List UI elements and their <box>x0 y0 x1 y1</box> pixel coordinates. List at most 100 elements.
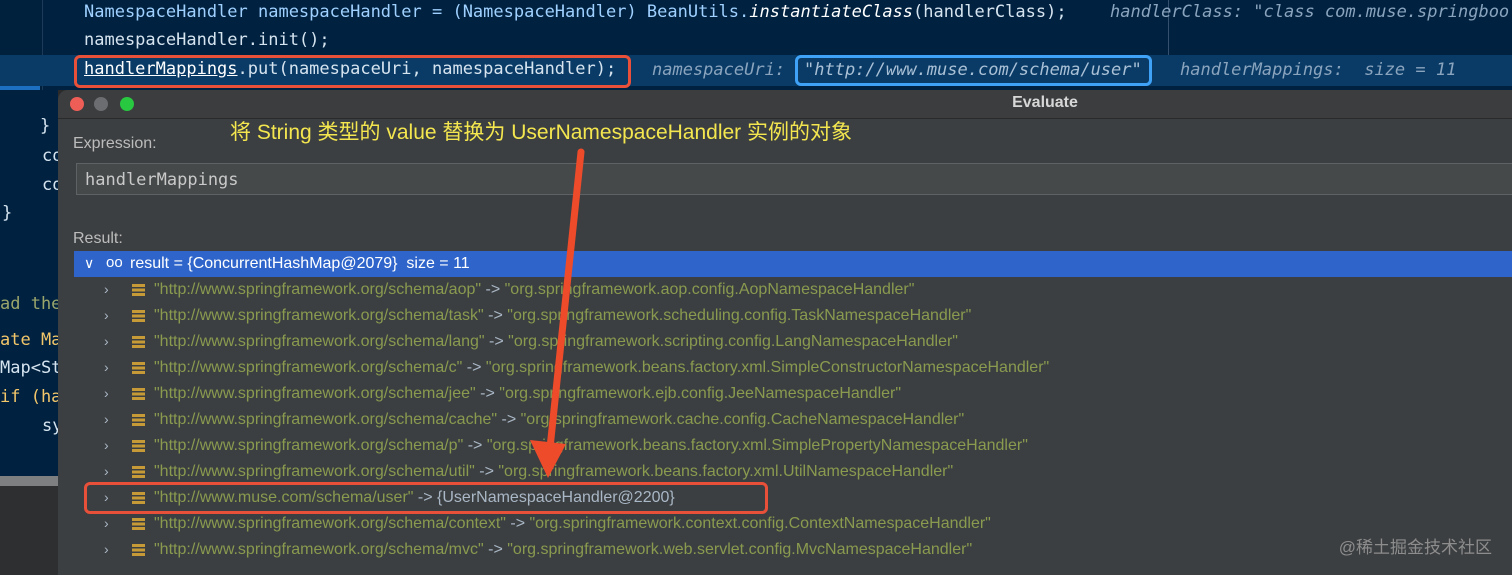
chevron-right-icon[interactable]: › <box>104 385 109 401</box>
left-panel-stripe <box>0 476 58 486</box>
list-item[interactable]: › "http://www.springframework.org/schema/… <box>74 329 1512 355</box>
entry-key: "http://www.springframework.org/schema/t… <box>154 307 484 324</box>
entry-arrow: -> <box>475 385 500 402</box>
annotation-text: 将 String 类型的 value 替换为 UserNamespaceHand… <box>230 121 853 144</box>
code-editor: NamespaceHandler namespaceHandler = (Nam… <box>0 0 1512 90</box>
chevron-right-icon[interactable]: › <box>104 515 109 531</box>
list-item[interactable]: › "http://www.springframework.org/schema/… <box>74 537 1512 563</box>
watch-icon: oo <box>106 254 123 271</box>
entry-key: "http://www.springframework.org/schema/a… <box>154 281 482 298</box>
result-label: Result: <box>73 230 123 247</box>
evaluate-dialog[interactable]: Evaluate 将 String 类型的 value 替换为 UserName… <box>58 90 1512 575</box>
field-icon <box>132 336 145 348</box>
entry-arrow: -> <box>463 437 487 454</box>
code-line-2: namespaceHandler.init(); <box>84 30 330 50</box>
list-item[interactable]: › "http://www.springframework.org/schema/… <box>74 355 1512 381</box>
chevron-right-icon[interactable]: › <box>104 411 109 427</box>
expression-label: Expression: <box>73 135 157 152</box>
entry-value: "org.springframework.cache.config.CacheN… <box>520 411 965 428</box>
field-icon <box>132 284 145 296</box>
entry-value: "org.springframework.beans.factory.xml.S… <box>486 437 1028 454</box>
entry-key: "http://www.springframework.org/schema/c… <box>154 515 506 532</box>
entry-key: "http://www.springframework.org/schema/l… <box>154 333 485 350</box>
entry-arrow: -> <box>484 333 509 350</box>
field-icon <box>132 414 145 426</box>
entry-value: "org.springframework.web.servlet.config.… <box>507 541 973 558</box>
chevron-right-icon[interactable]: › <box>104 359 109 375</box>
entry-text: "http://www.springframework.org/schema/c… <box>154 411 964 429</box>
entry-key: "http://www.springframework.org/schema/u… <box>154 463 475 480</box>
field-icon <box>132 310 145 322</box>
left-code-fragment: co <box>42 175 58 195</box>
left-code-fragment: sy <box>42 416 58 436</box>
entry-arrow: -> <box>483 307 508 324</box>
field-icon <box>132 440 145 452</box>
entry-arrow: -> <box>481 281 505 298</box>
list-item[interactable]: › "http://www.springframework.org/schema/… <box>74 407 1512 433</box>
result-root-label: result = {ConcurrentHashMap@2079} size =… <box>130 255 470 272</box>
entry-text: "http://www.springframework.org/schema/a… <box>154 281 914 299</box>
entry-key: "http://www.springframework.org/schema/p… <box>154 437 464 454</box>
entry-value: "org.springframework.ejb.config.JeeNames… <box>499 385 902 402</box>
hint-namespace-uri-label: namespaceUri: <box>652 60 786 80</box>
left-code-fragment: co <box>42 146 58 166</box>
entry-value: "org.springframework.context.config.Cont… <box>529 515 991 532</box>
entry-value: "org.springframework.beans.factory.xml.S… <box>485 359 1050 376</box>
entry-arrow: -> <box>483 541 508 558</box>
entry-value: "org.springframework.scripting.config.La… <box>508 333 958 350</box>
code-line-1-method: instantiateClass <box>749 2 914 22</box>
code-line-1-part1: NamespaceHandler namespaceHandler = (Nam… <box>84 2 750 22</box>
entry-text: "http://www.springframework.org/schema/c… <box>154 515 991 533</box>
left-code-fragment: ate Ma <box>0 330 58 350</box>
entry-value: "org.springframework.beans.factory.xml.U… <box>498 463 954 480</box>
entry-key: "http://www.springframework.org/schema/c… <box>154 411 498 428</box>
field-icon <box>132 518 145 530</box>
entry-arrow: -> <box>474 463 499 480</box>
code-highlight-box <box>74 55 631 88</box>
result-tree[interactable]: ∨ oo result = {ConcurrentHashMap@2079} s… <box>74 251 1512 563</box>
entry-arrow: -> <box>462 359 486 376</box>
left-code-fragment: if (ha <box>0 387 58 407</box>
entry-text: "http://www.springframework.org/schema/p… <box>154 437 1028 455</box>
left-panel-bottom <box>0 476 58 575</box>
chevron-right-icon[interactable]: › <box>104 281 109 297</box>
field-icon <box>132 362 145 374</box>
entry-key: "http://www.springframework.org/schema/j… <box>154 385 476 402</box>
code-line-1-part2: (handlerClass); <box>913 2 1067 22</box>
entry-text: "http://www.springframework.org/schema/t… <box>154 307 971 325</box>
hint-handler-class: handlerClass: "class com.muse.springboo <box>1110 2 1510 22</box>
entry-arrow: -> <box>497 411 521 428</box>
left-code-fragment: } <box>2 203 13 223</box>
watermark: @稀土掘金技术社区 <box>1338 538 1492 557</box>
field-icon <box>132 466 145 478</box>
hint-handler-mappings: handlerMappings: size = 11 <box>1180 60 1457 80</box>
dialog-titlebar[interactable]: Evaluate <box>58 90 1512 119</box>
chevron-down-icon[interactable]: ∨ <box>84 255 94 272</box>
code-line-1: NamespaceHandler namespaceHandler = (Nam… <box>84 2 1067 22</box>
chevron-right-icon[interactable]: › <box>104 463 109 479</box>
list-item[interactable]: › "http://www.springframework.org/schema/… <box>74 433 1512 459</box>
chevron-right-icon[interactable]: › <box>104 541 109 557</box>
user-entry-highlight-box <box>84 482 768 514</box>
namespace-uri-highlight-box <box>795 55 1152 86</box>
entry-arrow: -> <box>505 515 530 532</box>
list-item[interactable]: › "http://www.springframework.org/schema/… <box>74 303 1512 329</box>
expression-input[interactable]: handlerMappings <box>76 163 1512 195</box>
entry-key: "http://www.springframework.org/schema/c… <box>154 359 463 376</box>
field-icon <box>132 388 145 400</box>
list-item[interactable]: › "http://www.springframework.org/schema/… <box>74 277 1512 303</box>
left-code-fragment: Map<St <box>0 358 58 378</box>
chevron-right-icon[interactable]: › <box>104 333 109 349</box>
dialog-title: Evaluate <box>1012 94 1078 111</box>
left-code-fragment: ad the s <box>0 294 58 314</box>
result-root-row[interactable]: ∨ oo result = {ConcurrentHashMap@2079} s… <box>74 251 1512 277</box>
entry-text: "http://www.springframework.org/schema/l… <box>154 333 958 351</box>
chevron-right-icon[interactable]: › <box>104 437 109 453</box>
list-item[interactable]: › "http://www.springframework.org/schema/… <box>74 511 1512 537</box>
entry-text: "http://www.springframework.org/schema/u… <box>154 463 953 481</box>
left-code-column: } co co} ad the s ate Ma Map<St if (ha sy <box>0 90 58 575</box>
chevron-right-icon[interactable]: › <box>104 307 109 323</box>
entry-text: "http://www.springframework.org/schema/j… <box>154 385 901 403</box>
entry-key: "http://www.springframework.org/schema/m… <box>154 541 484 558</box>
list-item[interactable]: › "http://www.springframework.org/schema/… <box>74 381 1512 407</box>
